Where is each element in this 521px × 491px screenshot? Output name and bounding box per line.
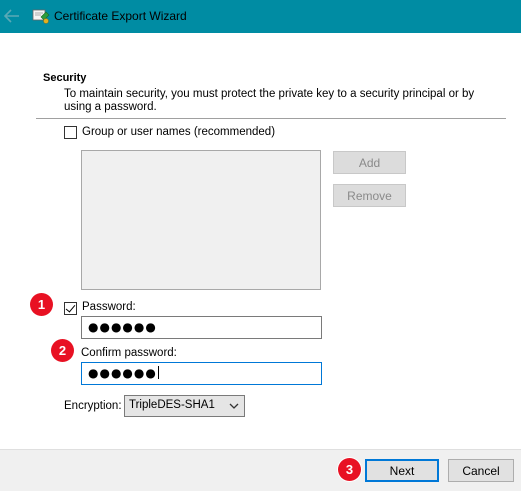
confirm-password-value: ●●●●●●: [88, 366, 157, 380]
header-divider: [36, 118, 506, 119]
principals-listbox: [81, 150, 321, 290]
back-arrow-icon[interactable]: [4, 9, 20, 23]
step-marker-2: 2: [51, 339, 74, 362]
step-marker-1: 1: [30, 293, 53, 316]
encryption-label: Encryption:: [64, 400, 122, 412]
password-value: ●●●●●●: [88, 320, 157, 334]
wizard-footer: [0, 449, 521, 491]
section-description: To maintain security, you must protect t…: [64, 88, 475, 113]
certificate-icon: [32, 9, 50, 24]
group-or-user-names-checkbox[interactable]: [64, 126, 77, 139]
add-button: Add: [333, 151, 406, 174]
encryption-select[interactable]: TripleDES-SHA1: [124, 395, 245, 417]
confirm-password-field[interactable]: ●●●●●●: [81, 362, 322, 385]
cancel-button[interactable]: Cancel: [448, 459, 514, 482]
password-field[interactable]: ●●●●●●: [81, 316, 322, 339]
next-button[interactable]: Next: [365, 459, 439, 482]
encryption-value: TripleDES-SHA1: [129, 399, 215, 411]
password-label: Password:: [82, 301, 136, 313]
chevron-down-icon: [229, 403, 239, 409]
text-caret: [157, 366, 159, 379]
confirm-password-label: Confirm password:: [81, 347, 177, 359]
window-title: Certificate Export Wizard: [54, 9, 187, 23]
group-or-user-names-label: Group or user names (recommended): [82, 126, 276, 138]
remove-button: Remove: [333, 184, 406, 207]
section-heading: Security: [43, 72, 87, 84]
step-marker-3: 3: [338, 458, 361, 481]
title-bar: Certificate Export Wizard: [0, 0, 521, 33]
password-checkbox[interactable]: [64, 302, 77, 315]
